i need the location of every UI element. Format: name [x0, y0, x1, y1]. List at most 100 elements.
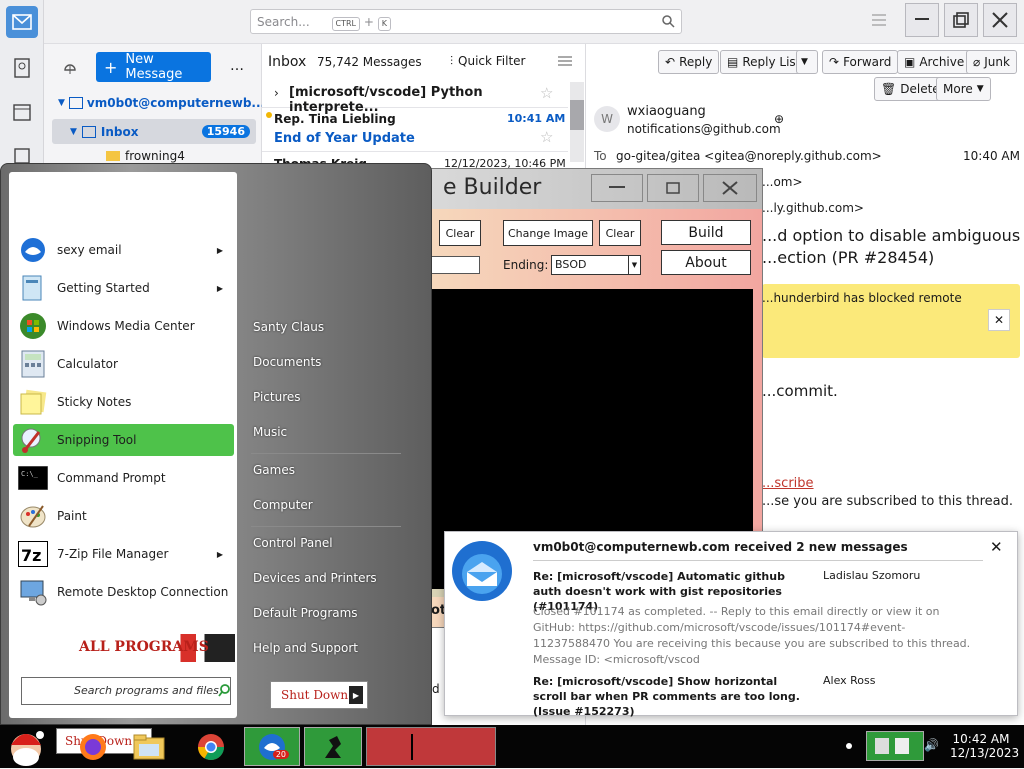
clock[interactable]: 10:42 AM 12/13/2023	[950, 732, 1019, 760]
star-icon[interactable]: ☆	[540, 128, 553, 146]
taskbar-chrome[interactable]	[186, 727, 236, 766]
minimize-button[interactable]	[905, 3, 939, 37]
minimize-button[interactable]	[591, 174, 643, 202]
folder-pane-menu-button[interactable]: …	[230, 58, 244, 74]
reply-list-button[interactable]: ▤ Reply List	[720, 50, 808, 74]
unread-dot-icon	[266, 112, 272, 118]
restore-button[interactable]	[944, 3, 978, 37]
junk-button[interactable]: ⌀ Junk	[966, 50, 1017, 74]
taskbar-builder[interactable]	[304, 727, 362, 766]
chevron-right-icon: ›	[274, 86, 279, 100]
builder-titlebar[interactable]: e Builder	[431, 169, 762, 209]
right-item-computer[interactable]: Computer	[253, 498, 313, 512]
forward-label: Forward	[843, 55, 892, 69]
ending-select[interactable]: BSOD ▼	[551, 255, 641, 275]
right-item-games[interactable]: Games	[253, 463, 295, 477]
calendar-button[interactable]	[6, 96, 38, 128]
from-name[interactable]: wxiaoguang	[627, 104, 706, 119]
clear-button-1[interactable]: Clear	[439, 220, 481, 246]
mail-space-button[interactable]	[6, 6, 38, 38]
reply-list-dropdown[interactable]: ▼	[796, 50, 818, 74]
tray-icons[interactable]	[866, 731, 924, 761]
start-search-input[interactable]: Search programs and files	[21, 677, 231, 705]
builder-app-icon	[325, 735, 341, 758]
program-getting-started[interactable]: Getting Started ▶	[13, 272, 233, 304]
contact-icon[interactable]: ⊕	[774, 112, 784, 126]
right-item-help-support[interactable]: Help and Support	[253, 641, 358, 655]
new-message-button[interactable]: + New Message	[96, 52, 211, 82]
close-button[interactable]	[703, 174, 757, 202]
right-item-control-panel[interactable]: Control Panel	[253, 536, 333, 550]
to-recipient[interactable]: go-gitea/gitea <gitea@noreply.github.com…	[616, 149, 882, 163]
program-7zip[interactable]: 7z 7-Zip File Manager ▶	[13, 538, 233, 570]
from-address[interactable]: notifications@github.com	[627, 122, 781, 136]
unread-badge: 15946	[201, 125, 250, 138]
program-calculator[interactable]: Calculator	[13, 348, 233, 380]
media-center-icon	[17, 310, 49, 342]
address-book-button[interactable]	[6, 52, 38, 84]
maximize-button[interactable]	[647, 174, 699, 202]
program-paint[interactable]: Paint	[13, 500, 233, 532]
new-mail-notification[interactable]: vm0b0t@computernewb.com received 2 new m…	[444, 531, 1018, 719]
reply-button[interactable]: ↶ Reply	[658, 50, 720, 74]
change-image-button[interactable]: Change Image	[503, 220, 593, 246]
shutdown-button[interactable]: Shut Down ▶	[270, 681, 368, 709]
folder-frowning4[interactable]: frowning4	[106, 149, 185, 163]
all-programs-button[interactable]: ALL PROGRAMS	[17, 634, 235, 662]
search-input[interactable]: Search... CTRL + K	[250, 9, 682, 34]
forward-button[interactable]: ↷ Forward	[822, 50, 899, 74]
reply-list-label: Reply List	[742, 55, 801, 69]
program-remote-desktop[interactable]: Remote Desktop Connection	[13, 576, 233, 608]
program-sticky-notes[interactable]: Sticky Notes	[13, 386, 233, 418]
right-item-documents[interactable]: Documents	[253, 355, 321, 369]
close-button[interactable]	[983, 3, 1017, 37]
taskbar-firefox[interactable]	[68, 727, 118, 766]
right-item-default-programs[interactable]: Default Programs	[253, 606, 358, 620]
close-icon[interactable]: ✕	[990, 538, 1003, 556]
build-button[interactable]: Build	[661, 220, 751, 245]
builder-title: e Builder	[443, 175, 542, 200]
sticky-notes-icon	[17, 386, 49, 418]
inbox-folder[interactable]: ▼ Inbox 15946	[52, 119, 256, 144]
close-icon	[722, 181, 738, 195]
taskbar-thunderbird[interactable]: 20	[244, 727, 300, 766]
network-icon	[875, 738, 889, 754]
right-item-devices-printers[interactable]: Devices and Printers	[253, 571, 377, 585]
thread-scrollbar[interactable]	[570, 82, 584, 162]
notification-dot-icon[interactable]	[846, 743, 852, 749]
taskbar-explorer[interactable]	[124, 727, 174, 766]
unsubscribe-link[interactable]: ...scribe	[762, 476, 814, 491]
get-messages-icon[interactable]	[62, 60, 78, 77]
thread-row[interactable]: › [microsoft/vscode] Python interprete..…	[262, 80, 568, 115]
account-row[interactable]: ▼ vm0b0t@computernewb...	[58, 96, 265, 110]
program-sexy-email[interactable]: sexy email ▶	[13, 234, 233, 266]
notification-title: vm0b0t@computernewb.com received 2 new m…	[533, 540, 908, 554]
right-item-music[interactable]: Music	[253, 425, 287, 439]
about-button[interactable]: About	[661, 250, 751, 275]
more-button[interactable]: More ▼	[936, 77, 991, 101]
clear-button-2[interactable]: Clear	[599, 220, 641, 246]
close-icon[interactable]: ✕	[988, 309, 1010, 331]
display-options-icon[interactable]	[558, 54, 572, 71]
right-item-pictures[interactable]: Pictures	[253, 390, 301, 404]
volume-icon[interactable]: 🔊	[924, 738, 939, 752]
ending-label: Ending:	[503, 258, 549, 272]
program-snipping-tool[interactable]: Snipping Tool	[13, 424, 234, 456]
cc-recipient[interactable]: ...ly.github.com>	[762, 201, 864, 215]
chevron-down-icon: ▼	[58, 98, 65, 108]
program-command-prompt[interactable]: C:\_ Command Prompt	[13, 462, 233, 494]
notification-msg2-subject[interactable]: Re: [microsoft/vscode] Show horizontal s…	[533, 674, 813, 719]
program-label: Sticky Notes	[57, 395, 132, 409]
quick-filter-button[interactable]: ⫶ Quick Filter	[450, 54, 525, 69]
app-menu-icon[interactable]	[872, 14, 886, 29]
archive-button[interactable]: ▣ Archive	[897, 50, 972, 74]
text-input[interactable]	[431, 256, 480, 274]
cc-recipient[interactable]: ...om>	[762, 175, 803, 189]
start-button[interactable]	[4, 727, 48, 766]
thunderbird-logo-icon	[449, 538, 515, 604]
thread-row[interactable]: Rep. Tina Liebling 10:41 AM End of Year …	[262, 108, 568, 152]
right-item-santy-claus[interactable]: Santy Claus	[253, 320, 324, 334]
taskbar-running-app[interactable]	[366, 727, 496, 766]
star-icon[interactable]: ☆	[540, 84, 553, 102]
program-windows-media-center[interactable]: Windows Media Center	[13, 310, 233, 342]
